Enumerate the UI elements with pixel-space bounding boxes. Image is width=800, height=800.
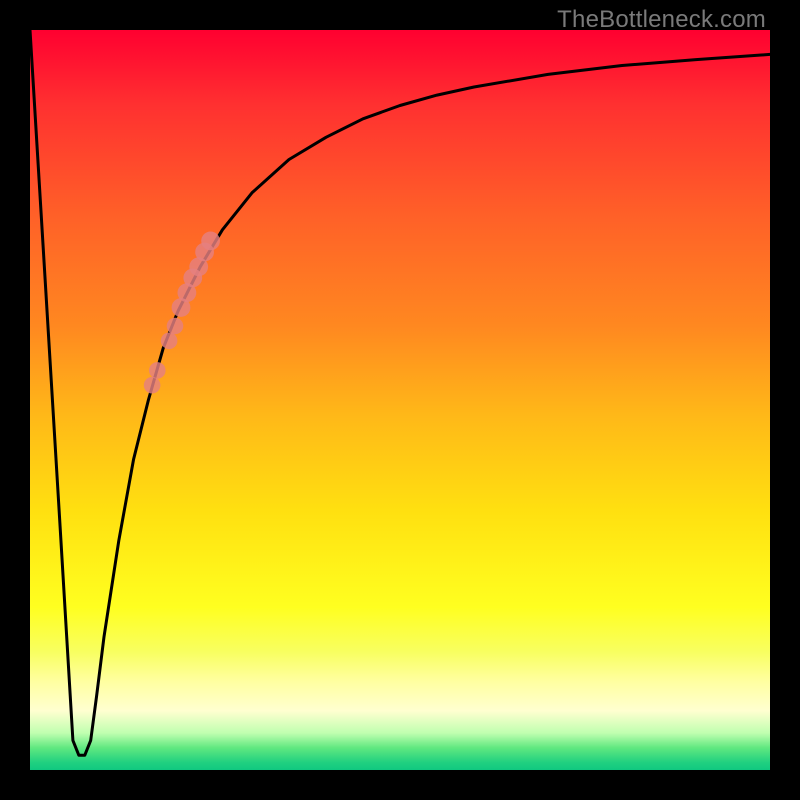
series-marker bbox=[161, 333, 178, 350]
chart-frame: TheBottleneck.com bbox=[0, 0, 800, 800]
series-marker bbox=[201, 232, 220, 251]
series-marker bbox=[144, 377, 161, 394]
series-marker bbox=[167, 318, 184, 335]
curve-svg bbox=[30, 30, 770, 770]
bottleneck-curve bbox=[30, 30, 770, 755]
plot-area bbox=[30, 30, 770, 770]
series-marker bbox=[149, 362, 166, 379]
markers-group bbox=[144, 232, 220, 394]
